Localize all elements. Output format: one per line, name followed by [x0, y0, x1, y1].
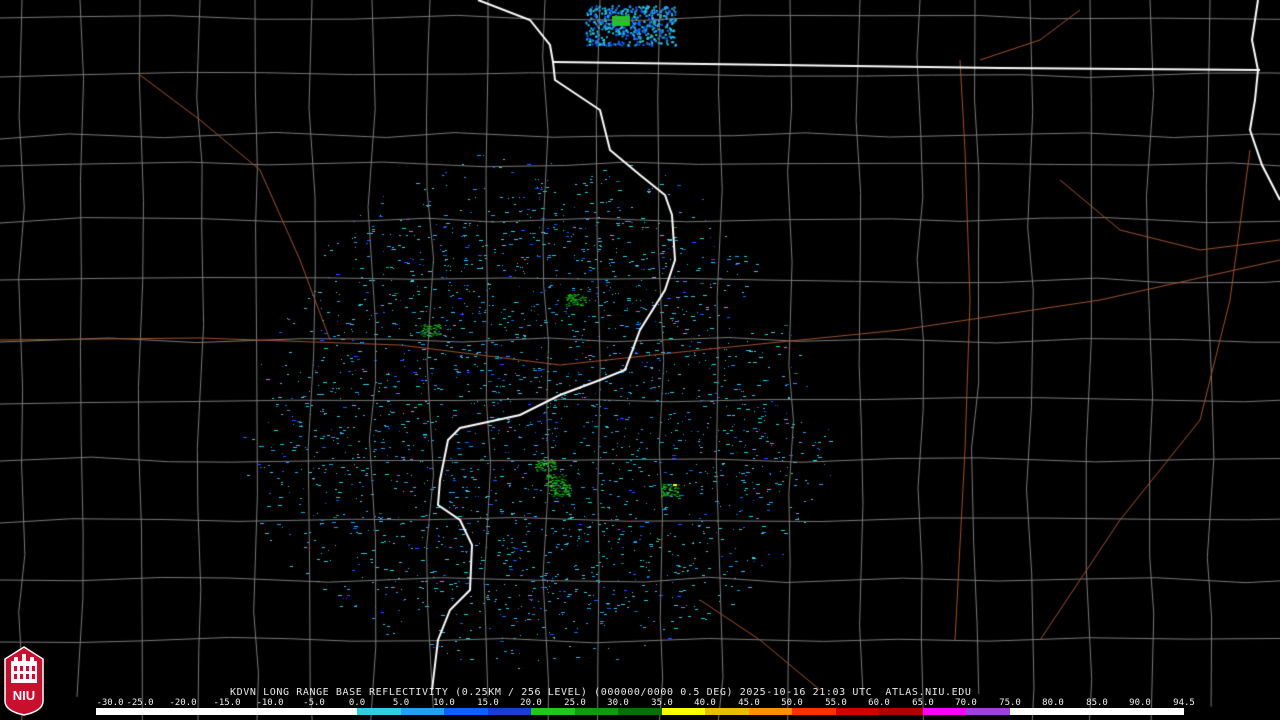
color-scale-segment — [400, 708, 445, 715]
color-scale-segment — [618, 708, 662, 715]
color-scale-segment — [96, 708, 140, 715]
color-scale-segment — [966, 708, 1010, 715]
scale-label: 85.0 — [1086, 698, 1108, 708]
color-scale-segment — [748, 708, 793, 715]
color-scale-segment — [139, 708, 184, 715]
scale-label: 30.0 — [607, 698, 629, 708]
scale-label: -10.0 — [256, 698, 284, 708]
scale-label: 90.0 — [1129, 698, 1151, 708]
scale-label: 45.0 — [738, 698, 760, 708]
color-scale-segment — [574, 708, 619, 715]
scale-label: 80.0 — [1042, 698, 1064, 708]
color-scale-segment — [879, 708, 923, 715]
scale-label: 10.0 — [433, 698, 455, 708]
radar-map — [0, 0, 1280, 720]
scale-label: 65.0 — [912, 698, 934, 708]
scale-label: 35.0 — [651, 698, 673, 708]
niu-logo: NIU — [4, 646, 44, 716]
scale-label: 75.0 — [999, 698, 1021, 708]
color-scale-segment — [705, 708, 749, 715]
color-scale-segment — [792, 708, 836, 715]
scale-label: 55.0 — [825, 698, 847, 708]
color-scale-segment — [313, 708, 358, 715]
scale-label: -30.0 — [96, 698, 124, 708]
color-scale-segment — [661, 708, 706, 715]
color-scale-segment — [1009, 708, 1054, 715]
color-scale-segment — [1053, 708, 1097, 715]
scale-label: -15.0 — [213, 698, 241, 708]
color-scale-segment — [444, 708, 488, 715]
scale-label: -25.0 — [126, 698, 154, 708]
scale-label: 94.5 — [1173, 698, 1195, 708]
scale-label: 5.0 — [392, 698, 410, 708]
color-scale-bar — [96, 708, 1184, 715]
scale-label: 25.0 — [564, 698, 586, 708]
scale-labels: -30.0 -25.0 -20.0 -15.0 -10.0 -5.0 0.0 5.0 10.0 1… — [96, 698, 1194, 708]
color-scale-segment — [487, 708, 532, 715]
color-scale-segment — [531, 708, 575, 715]
scale-label: 70.0 — [955, 698, 977, 708]
scale-label: 60.0 — [868, 698, 890, 708]
color-scale-segment — [1140, 708, 1184, 715]
color-scale-segment — [922, 708, 967, 715]
color-scale-segment — [270, 708, 314, 715]
color-scale-segment — [226, 708, 271, 715]
scale-label: 0.0 — [348, 698, 366, 708]
color-scale-segment — [1096, 708, 1141, 715]
color-scale-segment — [835, 708, 880, 715]
color-scale-segment — [183, 708, 227, 715]
scale-label: 50.0 — [781, 698, 803, 708]
color-scale-segment — [357, 708, 401, 715]
scale-label: 40.0 — [694, 698, 716, 708]
scale-label: -5.0 — [303, 698, 325, 708]
logo-text: NIU — [13, 688, 35, 703]
scale-label: 20.0 — [520, 698, 542, 708]
scale-label: -20.0 — [169, 698, 197, 708]
scale-label: 15.0 — [477, 698, 499, 708]
